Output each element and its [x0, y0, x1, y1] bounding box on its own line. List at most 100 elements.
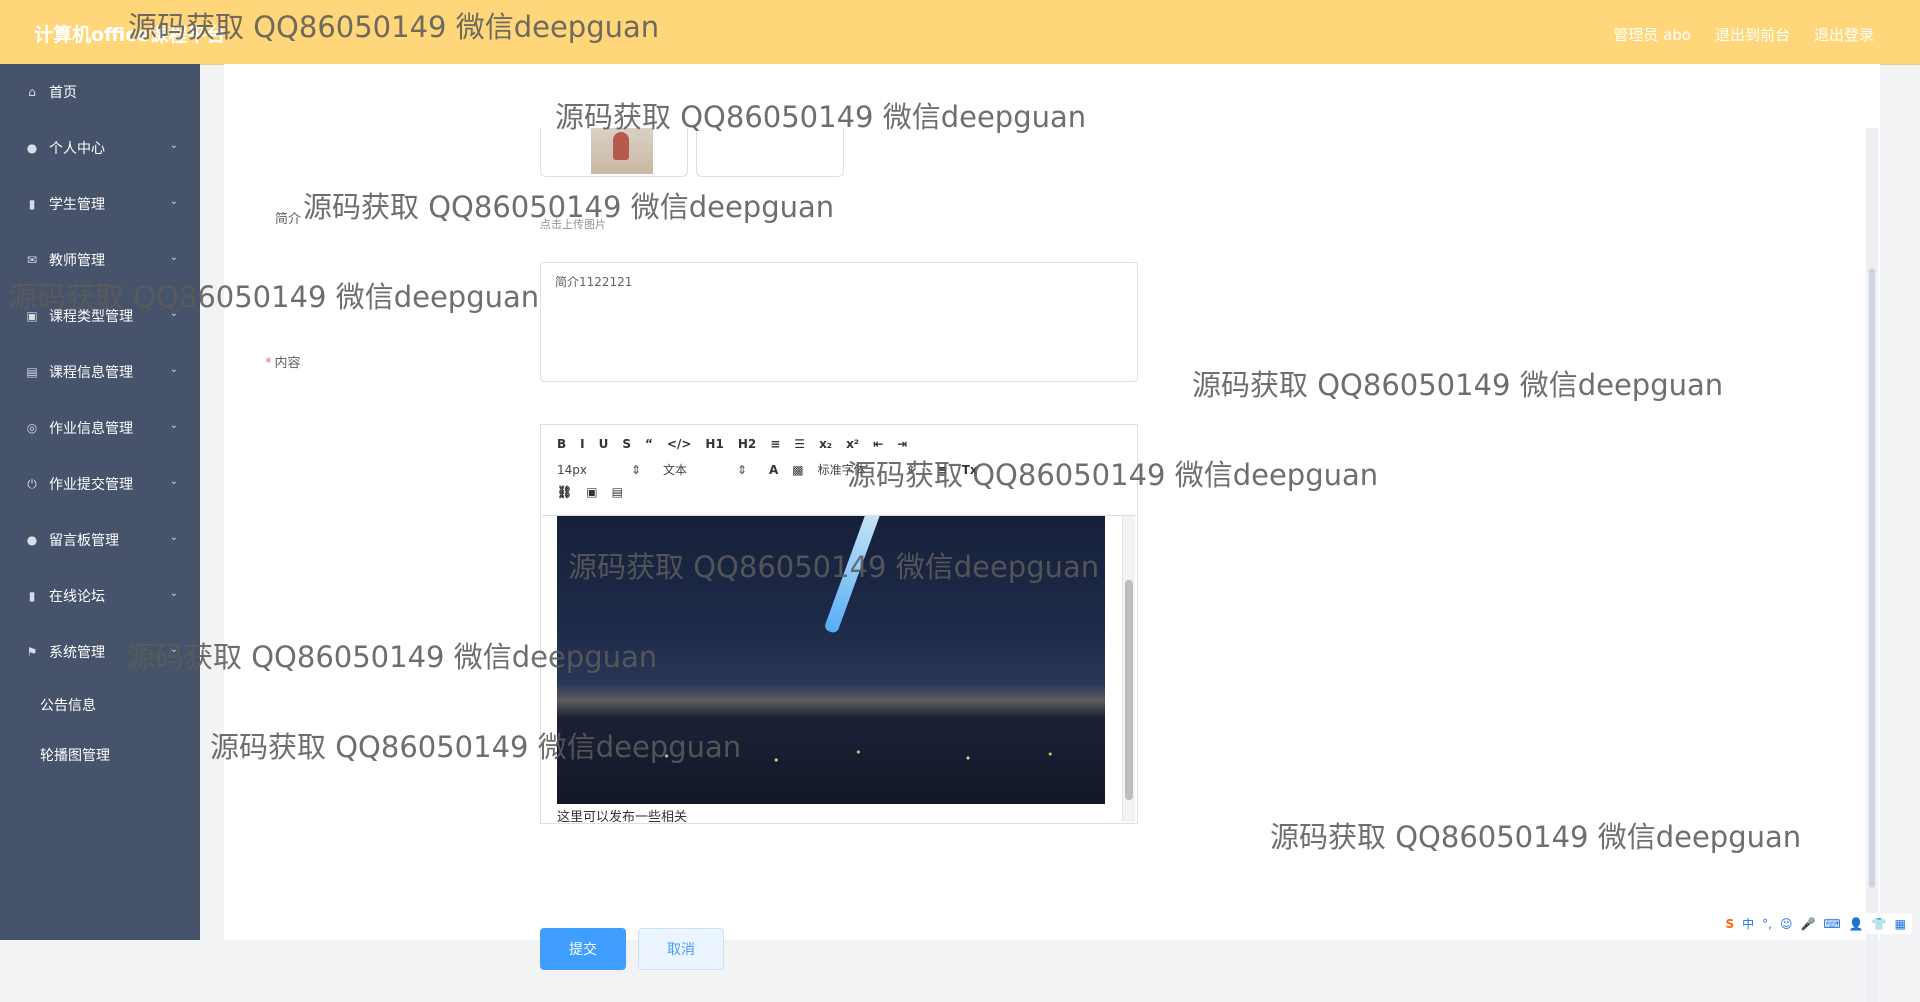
top-bar: 计算机office课程平台 管理员 abo 退出到前台 退出登录 [0, 0, 1920, 65]
upload-hint: 点击上传图片 [540, 218, 606, 231]
italic-button[interactable]: I [580, 437, 584, 451]
uploaded-image-thumbnail[interactable] [540, 128, 688, 177]
user-icon: 👤 [1848, 916, 1864, 931]
header-value: 文本 [663, 463, 688, 477]
bold-button[interactable]: B [557, 437, 566, 451]
align-button[interactable]: ≡ [938, 463, 948, 477]
superscript-button[interactable]: x² [846, 437, 859, 451]
clear-format-button[interactable]: Tx [962, 463, 978, 477]
sidebar-item-personal[interactable]: ● 个人中心 ⌄ [0, 120, 200, 176]
night-sky-image [557, 516, 1105, 804]
clipboard-icon: ▤ [26, 365, 38, 379]
h1-button[interactable]: H1 [705, 437, 723, 451]
subscript-button[interactable]: x₂ [819, 437, 832, 451]
sidebar-item-students[interactable]: ▮ 学生管理 ⌄ [0, 176, 200, 232]
upload-image-button[interactable] [696, 128, 844, 177]
required-mark: * [265, 356, 272, 371]
font-size-select[interactable]: 14px ⇕ [557, 463, 641, 477]
editor-scrollbar-thumb[interactable] [1125, 580, 1133, 800]
page-scrollbar[interactable] [1866, 128, 1878, 1002]
logout-link[interactable]: 退出登录 [1814, 24, 1874, 45]
rich-text-editor: B I U S “ </> H1 H2 ≡ ☰ x₂ x² ⇤ ⇥ 14px ⇕ … [540, 424, 1138, 825]
thumbnail-figure [613, 132, 629, 160]
sidebar-subitem-carousel[interactable]: 轮播图管理 [0, 730, 200, 780]
keyboard-icon: ⌨ [1823, 916, 1841, 931]
sidebar-item-label: 作业信息管理 [49, 421, 133, 437]
content-label-text: 内容 [274, 356, 301, 371]
power-icon: ⏻ [27, 476, 37, 491]
chevron-down-icon: ⌄ [169, 252, 178, 263]
ordered-list-button[interactable]: ≡ [770, 437, 780, 451]
bullet-list-button[interactable]: ☰ [794, 437, 805, 451]
user-icon: ● [26, 533, 38, 547]
select-arrows-icon: ⇕ [736, 462, 747, 477]
sidebar-subitem-announcements[interactable]: 公告信息 [0, 680, 200, 730]
outdent-button[interactable]: ⇤ [873, 437, 883, 451]
font-family-value: 标准字体 [817, 463, 866, 477]
flag-icon: ⚑ [26, 645, 38, 659]
sidebar-item-teachers[interactable]: ✉ 教师管理 ⌄ [0, 232, 200, 288]
page-scrollbar-thumb[interactable] [1869, 268, 1875, 888]
sidebar-item-system[interactable]: ⚑ 系统管理 ⌄ [0, 624, 200, 680]
image-icon[interactable]: ▣ [586, 485, 597, 499]
editor-body[interactable]: 这里可以发布一些相关 [542, 515, 1136, 825]
sidebar-item-course-info[interactable]: ▤ 课程信息管理 ⌄ [0, 344, 200, 400]
chevron-down-icon: ⌄ [169, 532, 178, 543]
mic-icon: ▮ [28, 589, 36, 603]
comet-trail [823, 516, 885, 635]
mail-icon: ✉ [26, 253, 38, 267]
go-front-link[interactable]: 退出到前台 [1715, 24, 1790, 45]
submit-button[interactable]: 提交 [540, 928, 626, 970]
sidebar-item-forum[interactable]: ▮ 在线论坛 ⌄ [0, 568, 200, 624]
app-title: 计算机office课程平台 [34, 24, 226, 46]
ime-toolbar[interactable]: S 中 °, ☺ 🎤 ⌨ 👤 👕 ▦ [1719, 913, 1912, 934]
briefcase-icon: ▣ [26, 309, 38, 323]
editor-toolbar-row-3: ⛓ ▣ ▤ [557, 485, 637, 499]
compass-icon: ◎ [26, 421, 38, 435]
mic-icon: 🎤 [1800, 916, 1816, 931]
sidebar-item-course-types[interactable]: ▣ 课程类型管理 ⌄ [0, 288, 200, 344]
sidebar-item-label: 课程信息管理 [49, 365, 133, 381]
header-select[interactable]: 文本 ⇕ [663, 461, 747, 478]
video-icon[interactable]: ▤ [612, 485, 623, 499]
sidebar-item-label: 个人中心 [49, 141, 105, 157]
top-links: 管理员 abo 退出到前台 退出登录 [1613, 24, 1874, 45]
indent-button[interactable]: ⇥ [897, 437, 907, 451]
intro-textarea[interactable]: 简介1122121 [540, 262, 1138, 382]
quote-button[interactable]: “ [645, 437, 653, 451]
chevron-down-icon: ⌄ [169, 364, 178, 375]
h2-button[interactable]: H2 [738, 437, 756, 451]
code-button[interactable]: </> [667, 437, 692, 451]
sidebar-item-message-board[interactable]: ● 留言板管理 ⌄ [0, 512, 200, 568]
grid-icon: ▦ [1894, 916, 1906, 931]
sidebar-item-homework-submit[interactable]: ⏻ 作业提交管理 ⌄ [0, 456, 200, 512]
underline-button[interactable]: U [599, 437, 609, 451]
shirt-icon: 👕 [1871, 916, 1887, 931]
ime-mode: 中 [1742, 917, 1755, 931]
link-icon[interactable]: ⛓ [557, 485, 572, 499]
font-size-value: 14px [557, 462, 587, 477]
sidebar-item-label: 学生管理 [49, 197, 105, 213]
punctuation-icon: °, [1762, 916, 1772, 931]
background-color-button[interactable]: ▩ [792, 463, 803, 477]
font-color-button[interactable]: A [769, 463, 778, 477]
chevron-down-icon: ⌄ [169, 476, 178, 487]
current-user-link[interactable]: 管理员 abo [1613, 24, 1691, 45]
home-icon: ⌂ [28, 85, 36, 99]
select-arrows-icon: ⇕ [630, 462, 641, 477]
sidebar-item-label: 留言板管理 [49, 533, 119, 549]
city-lights [557, 736, 1105, 776]
sidebar-item-label: 在线论坛 [49, 589, 105, 605]
editor-toolbar-row-2: 14px ⇕ 文本 ⇕ A ▩ 标准字体 ⇕ ≡ Tx [557, 461, 992, 478]
font-family-select[interactable]: 标准字体 ⇕ [818, 461, 916, 478]
sidebar-item-homework-info[interactable]: ◎ 作业信息管理 ⌄ [0, 400, 200, 456]
editor-scrollbar[interactable] [1122, 516, 1135, 822]
chevron-down-icon: ⌄ [169, 140, 178, 151]
select-arrows-icon: ⇕ [905, 462, 916, 477]
emoji-icon: ☺ [1779, 916, 1793, 931]
sidebar-item-label: 教师管理 [49, 253, 105, 269]
cancel-button[interactable]: 取消 [638, 928, 724, 970]
sidebar-item-home[interactable]: ⌂ 首页 [0, 64, 200, 120]
strike-button[interactable]: S [622, 437, 631, 451]
user-icon: ● [26, 141, 38, 155]
